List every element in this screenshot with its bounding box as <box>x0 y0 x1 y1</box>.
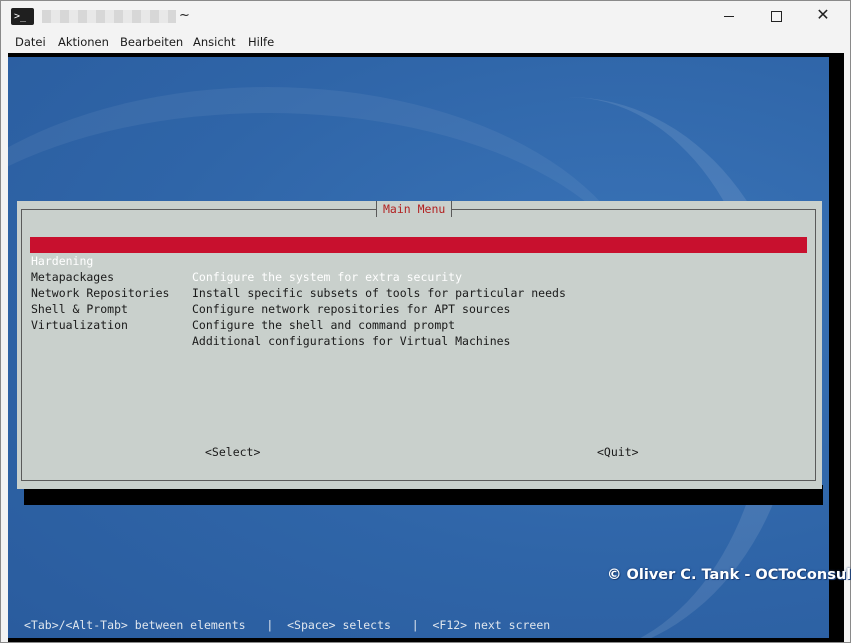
quit-button[interactable]: <Quit> <box>597 445 639 459</box>
menu-item-shell-prompt[interactable]: Shell & Prompt Configure the shell and c… <box>30 285 807 332</box>
menu-aktionen[interactable]: Aktionen <box>58 35 109 49</box>
menu-hilfe[interactable]: Hilfe <box>248 35 274 49</box>
menu-list: Hardening Configure the system for extra… <box>30 237 807 348</box>
menu-item-desc: Additional configurations for Virtual Ma… <box>192 334 511 348</box>
menu-item-tag: Virtualization <box>31 318 128 332</box>
blurred-title-text <box>42 10 176 23</box>
dialog-title: Main Menu <box>376 201 453 217</box>
close-icon: ✕ <box>816 5 830 24</box>
terminal-app-icon: >_ <box>11 8 34 25</box>
terminal-edge <box>829 193 844 503</box>
select-button[interactable]: <Select> <box>205 445 260 459</box>
menu-item-hardening[interactable]: Hardening Configure the system for extra… <box>30 237 807 284</box>
menu-datei[interactable]: Datei <box>15 35 46 49</box>
menu-item-metapackages[interactable]: Metapackages Install specific subsets of… <box>30 253 807 300</box>
minimize-icon <box>724 16 734 17</box>
copyright-watermark: © Oliver C. Tank - OCToConsult <box>607 567 851 583</box>
menu-item-network-repositories[interactable]: Network Repositories Configure network r… <box>30 269 807 316</box>
menu-item-virtualization[interactable]: Virtualization Additional configurations… <box>30 301 807 348</box>
terminal-area[interactable]: Main Menu Hardening Configure the system… <box>8 53 844 642</box>
window-title-suffix: ~ <box>179 8 190 23</box>
terminal-window: >_ ~ ✕ Datei Aktionen Bearbeiten Ansicht… <box>0 0 851 643</box>
menu-bearbeiten[interactable]: Bearbeiten <box>120 35 183 49</box>
maximize-button[interactable] <box>753 1 799 32</box>
title-bar[interactable]: >_ ~ ✕ <box>1 1 850 32</box>
maximize-icon <box>771 11 782 22</box>
menu-bar: Datei Aktionen Bearbeiten Ansicht Hilfe <box>1 33 850 53</box>
menu-item-desc: Configure the shell and command prompt <box>192 318 456 332</box>
menu-ansicht[interactable]: Ansicht <box>193 35 235 49</box>
minimize-button[interactable] <box>706 1 752 32</box>
main-menu-dialog: Main Menu Hardening Configure the system… <box>17 201 822 489</box>
key-help-statusline: <Tab>/<Alt-Tab> between elements | <Spac… <box>24 618 551 632</box>
close-button[interactable]: ✕ <box>800 1 846 32</box>
